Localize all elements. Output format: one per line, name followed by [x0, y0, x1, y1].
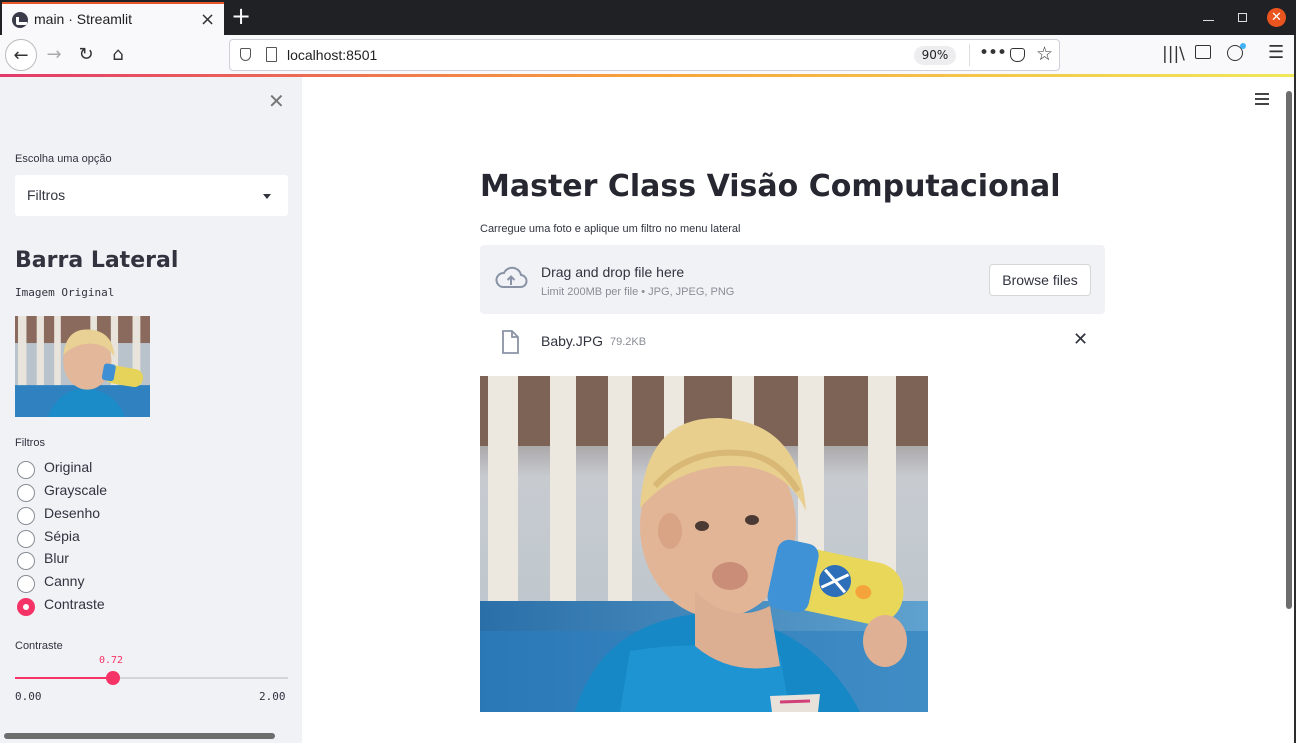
file-size: 79.2KB — [610, 336, 647, 348]
radio-label: Canny — [44, 573, 85, 589]
navigation-toolbar: ← → ↻ ⌂ localhost:8501 90% ••• ☆ |||\ ☰ — [0, 35, 1296, 75]
tracking-protection-icon[interactable] — [240, 48, 251, 61]
original-image-thumbnail — [15, 316, 150, 417]
browser-tab[interactable]: main · Streamlit × — [2, 2, 224, 35]
slider-current-value: 0.72 — [99, 655, 124, 666]
zoom-level-badge[interactable]: 90% — [914, 46, 956, 65]
hamburger-menu-icon[interactable] — [1255, 93, 1269, 105]
cloud-upload-icon — [495, 266, 528, 288]
select-value: Filtros — [27, 187, 66, 203]
page-actions-icon[interactable]: ••• — [979, 43, 1007, 63]
radio-button-selected[interactable] — [17, 598, 35, 616]
radio-label: Desenho — [44, 505, 101, 521]
contrast-slider[interactable] — [15, 671, 288, 685]
browser-tab-bar: main · Streamlit × + ✕ — [0, 0, 1296, 35]
bookmark-star-icon[interactable]: ☆ — [1036, 43, 1053, 65]
radio-label: Sépia — [44, 528, 80, 544]
remove-file-icon[interactable]: ✕ — [1073, 329, 1088, 350]
sidebar-toggle-icon[interactable] — [1195, 45, 1211, 59]
url-text[interactable]: localhost:8501 — [287, 47, 377, 63]
minimize-window-button[interactable] — [1203, 20, 1214, 21]
pocket-icon[interactable] — [1010, 48, 1025, 62]
option-select[interactable]: Filtros — [15, 175, 288, 216]
sidebar: ✕ Escolha uma opção Filtros Barra Latera… — [0, 77, 302, 743]
radio-label: Blur — [44, 550, 69, 566]
back-button[interactable]: ← — [5, 39, 37, 71]
tab-title: main · Streamlit — [34, 11, 133, 27]
radio-label: Original — [44, 459, 93, 475]
address-bar-divider — [969, 44, 970, 66]
file-dropzone[interactable]: Drag and drop file here Limit 200MB per … — [480, 245, 1105, 314]
sidebar-horizontal-scrollbar[interactable] — [4, 733, 275, 739]
slider-label: Contraste — [15, 640, 63, 652]
close-window-button[interactable]: ✕ — [1267, 8, 1286, 27]
filters-label: Filtros — [15, 437, 45, 449]
reload-button[interactable]: ↻ — [70, 39, 102, 71]
streamlit-favicon-icon — [12, 12, 28, 28]
slider-fill — [15, 677, 113, 679]
select-label: Escolha uma opção — [15, 153, 112, 165]
home-button[interactable]: ⌂ — [102, 39, 134, 71]
radio-button[interactable] — [17, 530, 35, 548]
notification-dot-icon — [1240, 43, 1246, 49]
browse-files-button[interactable]: Browse files — [989, 264, 1091, 296]
dropzone-title: Drag and drop file here — [541, 264, 685, 280]
slider-min-label: 0.00 — [15, 690, 42, 703]
maximize-window-button[interactable] — [1238, 13, 1247, 22]
radio-label: Contraste — [44, 596, 105, 612]
processed-image — [480, 376, 928, 712]
close-sidebar-icon[interactable]: ✕ — [268, 89, 285, 113]
chevron-down-icon — [263, 194, 271, 199]
new-tab-button[interactable]: + — [231, 2, 251, 30]
uploaded-file-row: Baby.JPG 79.2KB ✕ — [480, 325, 1105, 359]
main-vertical-scrollbar[interactable] — [1286, 91, 1292, 609]
page-caption: Carregue uma foto e aplique um filtro no… — [480, 223, 741, 235]
address-bar[interactable]: localhost:8501 90% ••• ☆ — [229, 39, 1060, 71]
page-info-icon[interactable] — [266, 47, 277, 62]
radio-button[interactable] — [17, 461, 35, 479]
file-name: Baby.JPG — [541, 333, 603, 349]
main-content: Master Class Visão Computacional Carregu… — [302, 77, 1296, 743]
close-tab-icon[interactable]: × — [200, 9, 215, 30]
radio-button[interactable] — [17, 507, 35, 525]
file-icon — [502, 330, 519, 354]
slider-handle[interactable] — [106, 671, 120, 685]
radio-label: Grayscale — [44, 482, 108, 498]
slider-max-label: 2.00 — [259, 690, 286, 703]
radio-button[interactable] — [17, 575, 35, 593]
sidebar-title: Barra Lateral — [15, 248, 179, 273]
library-icon[interactable]: |||\ — [1162, 44, 1185, 64]
original-image-caption: Imagem Original — [15, 286, 115, 299]
page-title: Master Class Visão Computacional — [480, 169, 1061, 204]
forward-button[interactable]: → — [38, 39, 70, 71]
radio-button[interactable] — [17, 484, 35, 502]
radio-button[interactable] — [17, 552, 35, 570]
dropzone-hint: Limit 200MB per file • JPG, JPEG, PNG — [541, 286, 735, 298]
app-menu-icon[interactable]: ☰ — [1268, 42, 1284, 63]
